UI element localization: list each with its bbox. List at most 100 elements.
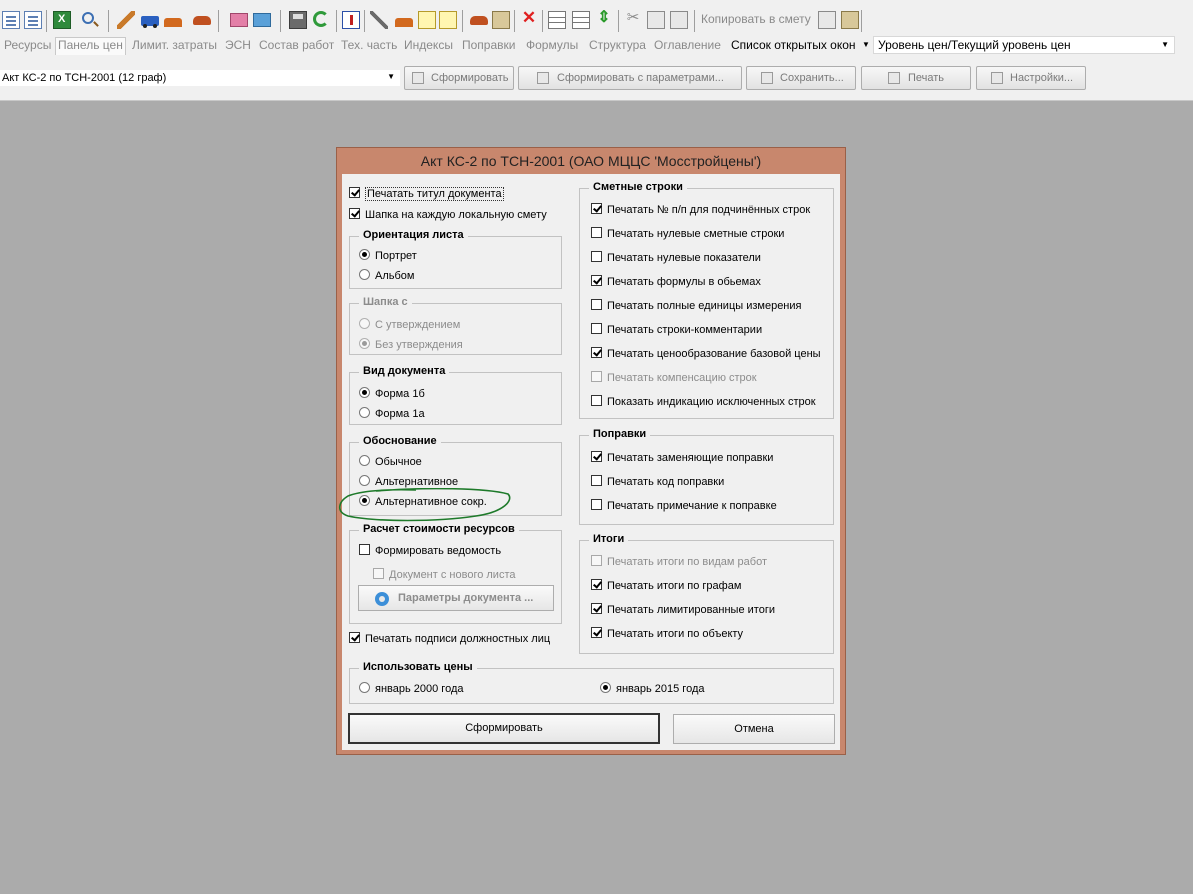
form-1a-radio[interactable] — [359, 407, 370, 418]
cut-icon[interactable]: ✂ — [624, 9, 642, 27]
dialog-cancel-button[interactable]: Отмена — [673, 714, 835, 744]
estimate-line-label[interactable]: Печатать формулы в обьемах — [607, 276, 761, 288]
justification-alternative-short-radio[interactable] — [359, 495, 370, 506]
orientation-landscape-label[interactable]: Альбом — [375, 270, 414, 282]
estimate-line-checkbox[interactable] — [591, 323, 602, 334]
orientation-portrait-radio[interactable] — [359, 249, 370, 260]
estimate-line-label[interactable]: Печатать ценообразование базовой цены — [607, 348, 821, 360]
tools-icon[interactable] — [370, 11, 388, 29]
save-icon[interactable] — [289, 11, 307, 29]
tab-indexes[interactable]: Индексы — [404, 38, 453, 52]
copy-to-estimate-icon[interactable] — [818, 11, 836, 29]
header-with-approval-label[interactable]: С утверждением — [375, 319, 460, 331]
tab-contents[interactable]: Оглавление — [654, 38, 721, 52]
correction-label[interactable]: Печатать заменяющие поправки — [607, 452, 773, 464]
table-icon[interactable] — [572, 11, 590, 29]
paste-to-estimate-icon[interactable] — [841, 11, 859, 29]
orientation-landscape-radio[interactable] — [359, 269, 370, 280]
new-sheet-checkbox[interactable] — [373, 568, 384, 579]
total-label[interactable]: Печатать итоги по объекту — [607, 628, 743, 640]
price-level-select[interactable]: Уровень цен/Текущий уровень цен ▼ — [873, 36, 1175, 54]
print-button[interactable]: Печать — [861, 66, 971, 90]
book-stack-icon[interactable] — [253, 13, 271, 27]
report-select[interactable]: Акт КС-2 по ТСН-2001 (12 граф) ▼ — [0, 70, 400, 86]
book-icon[interactable] — [230, 13, 248, 27]
document-icon[interactable] — [2, 11, 20, 29]
estimate-line-label[interactable]: Печатать нулевые сметные строки — [607, 228, 784, 240]
correction-checkbox[interactable] — [591, 451, 602, 462]
estimate-line-checkbox[interactable] — [591, 299, 602, 310]
estimate-line-label[interactable]: Печатать нулевые показатели — [607, 252, 761, 264]
open-windows-menu[interactable]: Список открытых окон — [731, 38, 856, 52]
car-icon[interactable] — [193, 16, 211, 25]
copy-to-estimate-label[interactable]: Копировать в смету — [701, 12, 811, 26]
hammer-icon[interactable] — [117, 11, 135, 29]
tab-limited-costs[interactable]: Лимит. затраты — [132, 38, 217, 52]
header-each-estimate-label[interactable]: Шапка на каждую локальную смету — [365, 209, 547, 221]
new-sheet-label[interactable]: Документ с нового листа — [389, 569, 515, 581]
header-each-estimate-checkbox[interactable] — [349, 208, 360, 219]
prices-2000-radio[interactable] — [359, 682, 370, 693]
total-checkbox[interactable] — [591, 555, 602, 566]
correction-checkbox[interactable] — [591, 499, 602, 510]
estimate-line-checkbox[interactable] — [591, 347, 602, 358]
print-signatures-checkbox[interactable] — [349, 632, 360, 643]
estimate-line-checkbox[interactable] — [591, 275, 602, 286]
prices-2015-radio[interactable] — [600, 682, 611, 693]
header-without-approval-label[interactable]: Без утверждения — [375, 339, 463, 351]
header-without-approval-radio[interactable] — [359, 338, 370, 349]
estimate-line-label[interactable]: Печатать № п/п для подчинённых строк — [607, 204, 810, 216]
dialog-generate-button[interactable]: Сформировать — [348, 713, 660, 744]
orientation-portrait-label[interactable]: Портрет — [375, 250, 417, 262]
estimate-line-checkbox[interactable] — [591, 251, 602, 262]
cart-icon[interactable] — [492, 11, 510, 29]
print-signatures-label[interactable]: Печатать подписи должностных лиц — [365, 633, 550, 645]
document-add-icon[interactable] — [24, 11, 42, 29]
chevron-down-icon[interactable]: ▼ — [862, 40, 870, 49]
prices-2015-label[interactable]: январь 2015 года — [616, 683, 704, 695]
stack-icon[interactable] — [395, 18, 413, 27]
generate-button[interactable]: Сформировать — [404, 66, 514, 90]
delete-icon[interactable]: ✕ — [520, 9, 538, 27]
form-1b-radio[interactable] — [359, 387, 370, 398]
paste-icon[interactable] — [670, 11, 688, 29]
tab-work-composition[interactable]: Состав работ — [259, 38, 334, 52]
tab-resources[interactable]: Ресурсы — [4, 38, 51, 52]
form-statement-label[interactable]: Формировать ведомость — [375, 545, 501, 557]
document-params-button[interactable]: Параметры документа ... — [358, 585, 554, 611]
justification-normal-radio[interactable] — [359, 455, 370, 466]
save-report-button[interactable]: Сохранить... — [746, 66, 856, 90]
excel-icon[interactable] — [53, 11, 71, 29]
tab-corrections[interactable]: Поправки — [462, 38, 515, 52]
brick-icon[interactable] — [164, 18, 182, 27]
refresh-icon[interactable] — [313, 11, 329, 27]
estimate-line-label[interactable]: Печатать строки-комментарии — [607, 324, 762, 336]
document-exclude-icon[interactable] — [342, 11, 360, 29]
total-label[interactable]: Печатать итоги по графам — [607, 580, 741, 592]
chevron-down-icon[interactable]: ▼ — [387, 72, 395, 81]
prices-2000-label[interactable]: январь 2000 года — [375, 683, 463, 695]
export-icon[interactable] — [418, 11, 436, 29]
tab-esn[interactable]: ЭСН — [225, 38, 251, 52]
truck-icon[interactable] — [141, 16, 159, 28]
justification-alternative-radio[interactable] — [359, 475, 370, 486]
justification-normal-label[interactable]: Обычное — [375, 456, 422, 468]
justification-alternative-label[interactable]: Альтернативное — [375, 476, 458, 488]
tree-icon[interactable] — [548, 11, 566, 29]
justification-alternative-short-label[interactable]: Альтернативное сокр. — [375, 496, 487, 508]
generate-with-params-button[interactable]: Сформировать с параметрами... — [518, 66, 742, 90]
correction-checkbox[interactable] — [591, 475, 602, 486]
correction-label[interactable]: Печатать код поправки — [607, 476, 724, 488]
form-statement-checkbox[interactable] — [359, 544, 370, 555]
print-title-checkbox[interactable] — [349, 187, 360, 198]
tab-price-panel[interactable]: Панель цен — [55, 37, 126, 55]
estimate-line-label[interactable]: Показать индикацию исключенных строк — [607, 396, 816, 408]
total-checkbox[interactable] — [591, 603, 602, 614]
estimate-line-label[interactable]: Печатать компенсацию строк — [607, 372, 757, 384]
estimate-line-label[interactable]: Печатать полные единицы измерения — [607, 300, 802, 312]
basket-icon[interactable] — [470, 16, 488, 25]
settings-button[interactable]: Настройки... — [976, 66, 1086, 90]
estimate-line-checkbox[interactable] — [591, 395, 602, 406]
estimate-line-checkbox[interactable] — [591, 227, 602, 238]
total-checkbox[interactable] — [591, 579, 602, 590]
